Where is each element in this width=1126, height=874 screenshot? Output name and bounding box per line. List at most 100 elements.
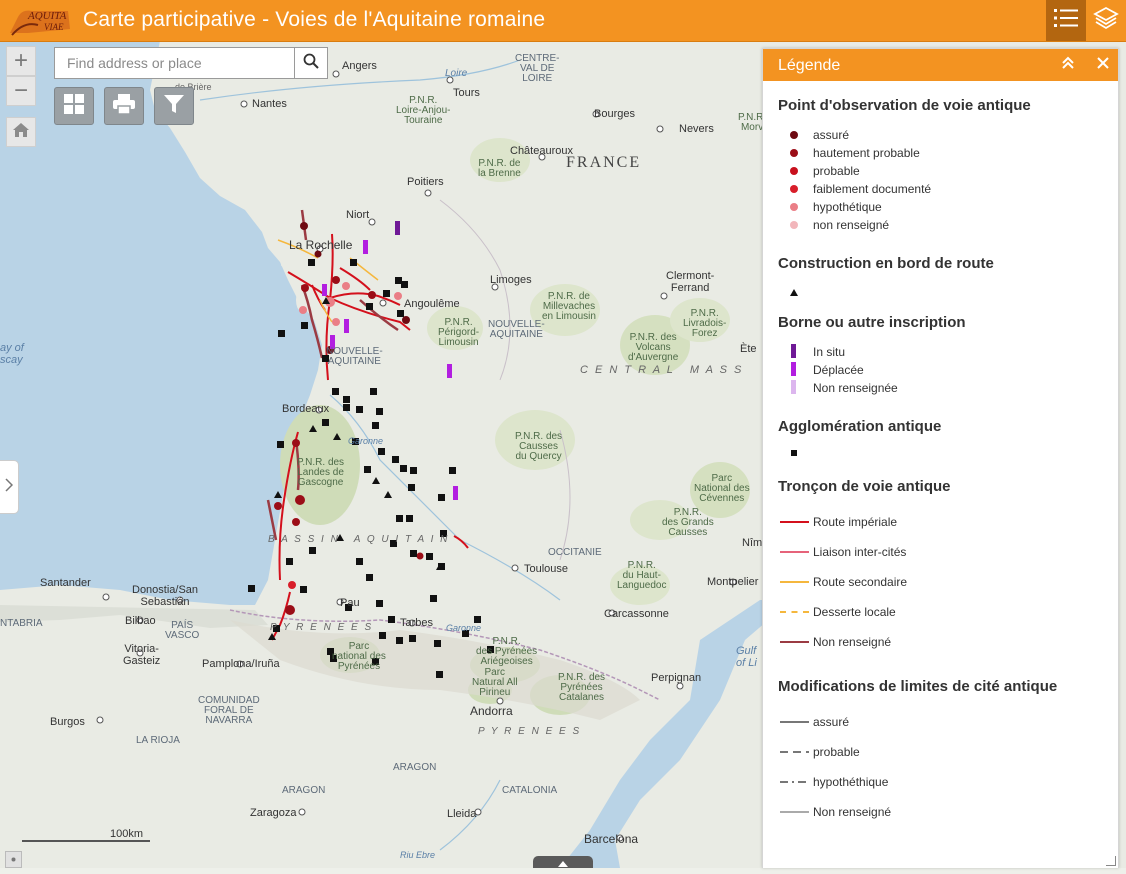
legend-resize-handle[interactable] (1106, 856, 1116, 866)
app-title: Carte participative - Voies de l'Aquitai… (83, 8, 546, 31)
label-aragon-2: ARAGON (282, 785, 326, 796)
dot-symbol (790, 185, 798, 193)
locate-button[interactable] (5, 851, 22, 868)
legend-collapse-button[interactable] (1055, 49, 1081, 81)
label-chateauroux: Châteauroux (510, 145, 573, 157)
chevron-right-icon (5, 477, 14, 497)
legend-item: assuré (778, 127, 849, 143)
label-nime: Nîm (742, 537, 763, 549)
legend-section-title: Tronçon de voie antique (778, 478, 951, 495)
search-box (54, 47, 328, 79)
legend-item: hypothétique (778, 199, 882, 215)
zoom-out-button[interactable]: − (6, 76, 36, 106)
label-nevers: Nevers (679, 123, 714, 135)
legend-item-label: hypothéthique (813, 775, 889, 789)
label-burgos: Burgos (50, 716, 85, 728)
legend-item-label: assuré (813, 128, 850, 142)
label-pnr-natural-pirineu: Parc Natural All Pirineu (472, 667, 518, 698)
line-symbol (780, 551, 809, 553)
home-button[interactable] (6, 117, 36, 147)
label-massif-central: C E N T R A L M A S S (580, 364, 744, 376)
label-centre: CENTRE- VAL DE LOIRE (515, 53, 560, 84)
legend-item-label: Déplacée (813, 363, 864, 377)
legend-close-button[interactable] (1090, 49, 1116, 81)
legend-item-label: probable (813, 745, 860, 759)
label-la-rioja: LA RIOJA (136, 735, 180, 746)
basemap-gallery-button[interactable] (54, 87, 94, 125)
bar-symbol (791, 344, 796, 358)
search-icon (303, 53, 319, 74)
legend-item: Liaison inter-cités (778, 544, 906, 560)
label-gulf-of-lion: Gulf of Li (736, 645, 757, 669)
label-poitiers: Poitiers (407, 176, 444, 188)
side-panel-toggle[interactable] (0, 460, 19, 514)
line-symbol (780, 641, 809, 643)
label-nouvelle-aquitaine-1: NOUVELLE- AQUITAINE (326, 346, 383, 367)
line-symbol (780, 721, 809, 723)
label-pamplona: Pamplona/Iruña (202, 658, 280, 670)
label-loire-river: Loire (445, 68, 468, 79)
line-symbol (780, 521, 809, 523)
layers-button[interactable] (1086, 0, 1126, 41)
bottom-panel-toggle[interactable] (533, 856, 593, 868)
legend-item-label: probable (813, 164, 860, 178)
search-button[interactable] (294, 48, 327, 78)
legend-item: Desserte locale (778, 604, 896, 620)
label-zaragoza: Zaragoza (250, 807, 297, 819)
label-tarbes: Tarbes (400, 617, 434, 629)
legend-title: Légende (778, 57, 841, 74)
logo-text-aquita: AQUITA (27, 10, 67, 22)
scale-label: 100km (110, 828, 144, 840)
legend-toggle-button[interactable] (1046, 0, 1086, 41)
legend-item: Déplacée (778, 362, 864, 378)
legend-item: assuré (778, 714, 849, 730)
triangle-symbol (790, 289, 798, 296)
label-lleida: Lleida (447, 808, 477, 820)
legend-item: hypothéthique (778, 774, 888, 790)
legend-item: Route secondaire (778, 574, 907, 590)
label-pnr-pyrenees-catalanes: P.N.R. des Pyrénées Catalanes (558, 672, 606, 703)
dot-symbol (790, 203, 798, 211)
legend-item: Route impériale (778, 514, 897, 530)
label-tours: Tours (453, 87, 480, 99)
legend-item: probable (778, 163, 860, 179)
legend-item-label: Route impériale (813, 515, 898, 529)
label-pyrenees-1: P Y R E N E E S (270, 622, 374, 633)
label-la-rochelle: La Rochelle (289, 238, 353, 252)
label-bourges: Bourges (594, 108, 635, 120)
label-garonne-2: Garonne (446, 623, 482, 633)
label-carcassonne: Carcassonne (604, 608, 669, 620)
dot-symbol (790, 131, 798, 139)
label-perpignan: Perpignan (651, 672, 702, 684)
home-icon (12, 118, 30, 146)
chevron-up-icon (533, 856, 593, 873)
legend-item-label: assuré (813, 715, 850, 729)
legend-section-title: Construction en bord de route (778, 255, 994, 272)
legend-section-title: Agglomération antique (778, 418, 942, 435)
label-aragon-1: ARAGON (393, 762, 437, 773)
label-montpellier: Montpelier (707, 576, 759, 588)
label-pnr-cevennes: Parc National des Cévennes (694, 473, 750, 504)
legend-panel: Légende Point d'observation de voie anti… (762, 48, 1119, 868)
bar-symbol (791, 380, 796, 394)
dot-symbol (790, 221, 798, 229)
search-input[interactable] (55, 48, 305, 78)
label-donostia: Donostia/San Sebastián (132, 584, 199, 608)
label-pnr-quercy: P.N.R. des Causses du Quercy (515, 431, 563, 462)
label-occitanie: OCCITANIE (548, 547, 602, 558)
printer-icon (112, 93, 136, 120)
label-ete: Ète (740, 343, 757, 355)
layers-icon (1093, 5, 1119, 36)
label-santander: Santander (40, 577, 91, 589)
legend-item: faiblement documenté (778, 181, 931, 197)
print-button[interactable] (104, 87, 144, 125)
legend-section-title: Borne ou autre inscription (778, 314, 966, 331)
crosshair-icon (6, 854, 21, 871)
minus-icon: − (13, 77, 28, 104)
filter-button[interactable] (154, 87, 194, 125)
square-symbol (791, 450, 797, 456)
legend-item: Non renseigné (778, 634, 891, 650)
label-nouvelle-aquitaine-2: NOUVELLE- AQUITAINE (488, 319, 545, 340)
legend-item-label: Desserte locale (813, 605, 896, 619)
zoom-in-button[interactable]: + (6, 46, 36, 76)
